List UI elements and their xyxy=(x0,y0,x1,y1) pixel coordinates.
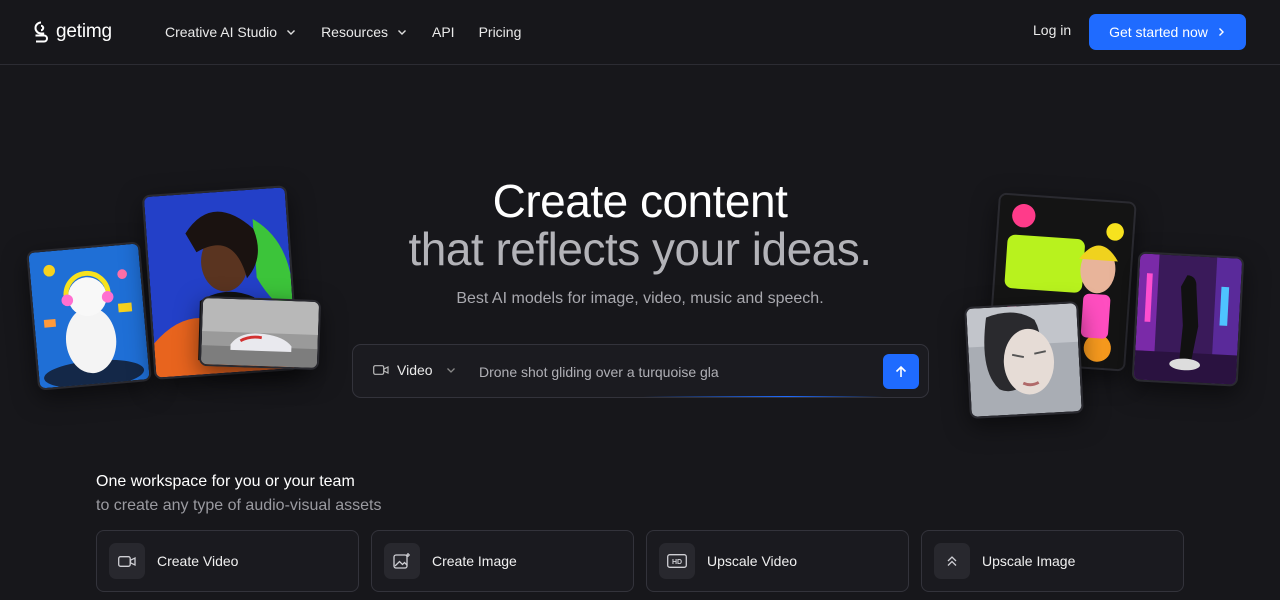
tool-card-create-image[interactable]: Create Image xyxy=(371,530,634,592)
tool-icon-container xyxy=(934,543,970,579)
hero-image-city-figure xyxy=(1131,251,1245,387)
send-button[interactable] xyxy=(883,354,919,389)
prompt-box: Video xyxy=(352,344,929,398)
prompt-input[interactable] xyxy=(479,360,779,384)
get-started-button[interactable]: Get started now xyxy=(1089,14,1246,50)
workspace-subtitle: to create any type of audio-visual asset… xyxy=(96,497,382,514)
chevron-down-icon xyxy=(397,30,406,35)
hd-icon: HD xyxy=(667,554,687,568)
login-link[interactable]: Log in xyxy=(1033,22,1071,38)
prompt-glow-decoration xyxy=(643,396,883,397)
nav-label: Resources xyxy=(321,24,388,40)
tool-icon-container xyxy=(109,543,145,579)
image-sparkle-icon xyxy=(393,553,410,569)
nav-api[interactable]: API xyxy=(432,22,455,42)
nav-creative-ai-studio[interactable]: Creative AI Studio xyxy=(165,22,297,42)
tool-label: Create Video xyxy=(157,553,239,569)
tool-card-upscale-video[interactable]: HD Upscale Video xyxy=(646,530,909,592)
nav-pricing[interactable]: Pricing xyxy=(479,22,522,42)
getimg-logo-icon xyxy=(34,21,48,43)
tool-label: Upscale Image xyxy=(982,553,1076,569)
video-camera-icon xyxy=(373,365,389,375)
tool-icon-container: HD xyxy=(659,543,695,579)
tool-card-create-video[interactable]: Create Video xyxy=(96,530,359,592)
main-nav: Creative AI Studio Resources API Pricing xyxy=(165,22,545,42)
workspace-title: One workspace for you or your team xyxy=(96,473,355,490)
video-camera-icon xyxy=(118,555,136,567)
tool-label: Upscale Video xyxy=(707,553,798,569)
chevron-right-icon xyxy=(1218,28,1224,36)
top-nav-bar: getimg Creative AI Studio Resources API … xyxy=(0,0,1280,65)
chevron-down-icon xyxy=(446,368,455,373)
tool-card-upscale-image[interactable]: Upscale Image xyxy=(921,530,1184,592)
nav-label: API xyxy=(431,24,455,40)
nav-resources[interactable]: Resources xyxy=(321,22,408,42)
nav-label: Pricing xyxy=(478,24,522,40)
logo[interactable]: getimg xyxy=(32,20,112,44)
svg-text:HD: HD xyxy=(672,559,682,566)
mode-label: Video xyxy=(397,362,433,378)
chevrons-up-icon xyxy=(947,556,957,566)
logo-text: getimg xyxy=(56,21,112,42)
nav-label: Creative AI Studio xyxy=(165,24,278,40)
get-started-label: Get started now xyxy=(1109,24,1208,40)
tool-label: Create Image xyxy=(432,553,517,569)
mode-dropdown[interactable]: Video xyxy=(373,362,457,378)
chevron-down-icon xyxy=(287,30,296,35)
hero-image-chrome-face xyxy=(964,301,1084,419)
tool-icon-container xyxy=(384,543,420,579)
arrow-up-icon xyxy=(895,365,907,377)
